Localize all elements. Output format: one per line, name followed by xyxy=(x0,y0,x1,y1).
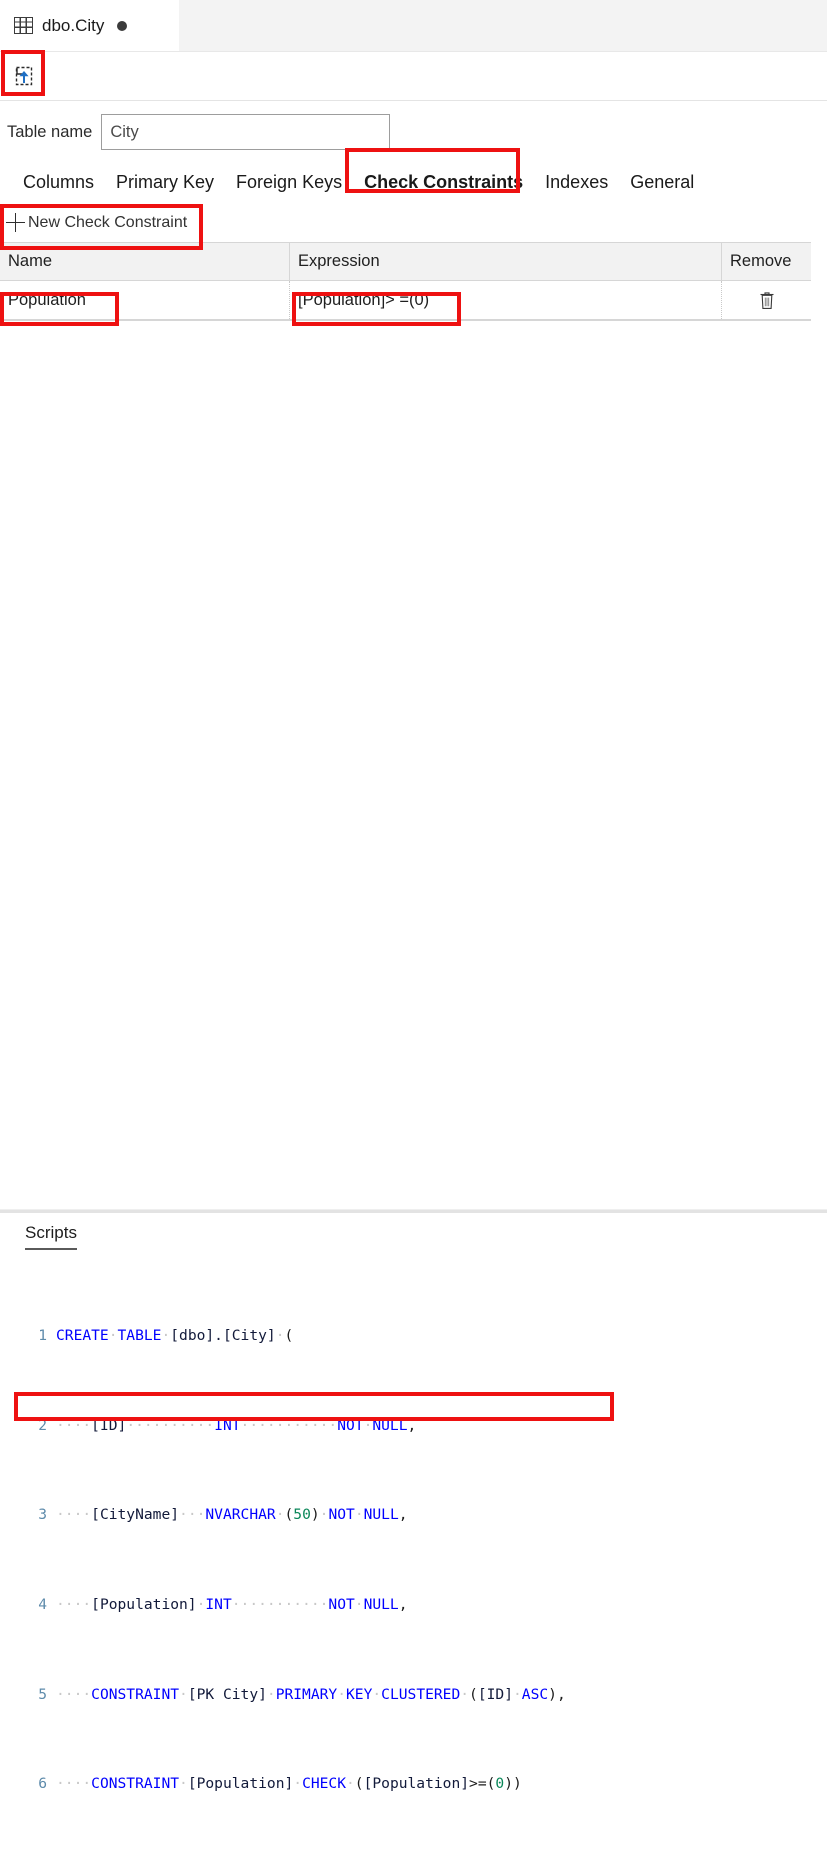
code-line: 5 ····CONSTRAINT·[PK City]·PRIMARY·KEY·C… xyxy=(0,1684,827,1706)
line-number: 1 xyxy=(38,1327,47,1345)
cell-constraint-name[interactable]: Population xyxy=(0,281,290,319)
code-line: 3 ····[CityName]···NVARCHAR·(50)·NOT·NUL… xyxy=(0,1504,827,1526)
code-text: ····[ID]··········INT···········NOT·NULL… xyxy=(56,1416,417,1434)
new-check-constraint-button[interactable]: New Check Constraint xyxy=(4,210,191,235)
editor-tab-label: dbo.City xyxy=(42,15,105,35)
code-text: CREATE·TABLE·[dbo].[City]·( xyxy=(56,1327,294,1345)
scripts-pane: Scripts 1 CREATE·TABLE·[dbo].[City]·( 2 … xyxy=(0,1213,827,1863)
editor-tab-dbo-city[interactable]: dbo.City xyxy=(0,0,179,51)
new-check-constraint-label: New Check Constraint xyxy=(28,213,188,231)
line-number: 3 xyxy=(38,1506,47,1524)
cell-constraint-expression[interactable]: [Population]> =(0) xyxy=(290,281,722,319)
tab-columns[interactable]: Columns xyxy=(12,172,105,193)
tab-check-constraints[interactable]: Check Constraints xyxy=(353,172,534,193)
designer-empty-area xyxy=(0,321,827,1209)
grid-header-row: Name Expression Remove xyxy=(0,243,811,281)
line-number: 2 xyxy=(38,1416,47,1434)
publish-button[interactable] xyxy=(2,54,46,98)
script-code-view[interactable]: 1 CREATE·TABLE·[dbo].[City]·( 2 ····[ID]… xyxy=(0,1258,827,1863)
designer-tab-bar: Columns Primary Key Foreign Keys Check C… xyxy=(0,162,827,202)
cell-remove[interactable] xyxy=(722,281,811,319)
tab-scripts[interactable]: Scripts xyxy=(25,1223,77,1250)
column-header-remove: Remove xyxy=(730,252,792,270)
table-name-input[interactable] xyxy=(101,114,391,150)
unsaved-changes-dot-icon xyxy=(117,20,128,31)
table-grid-icon xyxy=(14,17,33,34)
table-row[interactable]: Population [Population]> =(0) xyxy=(0,281,811,320)
code-line: 2 ····[ID]··········INT···········NOT·NU… xyxy=(0,1415,827,1437)
code-text: ····CONSTRAINT·[PK City]·PRIMARY·KEY·CLU… xyxy=(56,1685,566,1703)
line-number: 4 xyxy=(38,1596,47,1614)
grid-actions-row: New Check Constraint xyxy=(0,202,827,242)
line-number: 5 xyxy=(38,1685,47,1703)
code-text: ····[CityName]···NVARCHAR·(50)·NOT·NULL, xyxy=(56,1506,408,1524)
column-header-name[interactable]: Name xyxy=(0,243,290,280)
column-header-expression[interactable]: Expression xyxy=(290,243,722,280)
code-line: 4 ····[Population]·INT···········NOT·NUL… xyxy=(0,1594,827,1616)
tab-foreign-keys[interactable]: Foreign Keys xyxy=(225,172,353,193)
table-name-label: Table name xyxy=(7,122,93,141)
tab-primary-key[interactable]: Primary Key xyxy=(105,172,225,193)
check-constraints-grid: Name Expression Remove Population [Popul… xyxy=(0,242,811,321)
line-number: 6 xyxy=(38,1775,47,1793)
scripts-tab-row: Scripts xyxy=(0,1223,827,1250)
code-line: 1 CREATE·TABLE·[dbo].[City]·( xyxy=(0,1325,827,1347)
trash-icon[interactable] xyxy=(759,291,775,310)
editor-tab-strip: dbo.City xyxy=(0,0,827,52)
code-line: 6 ····CONSTRAINT·[Population]·CHECK·([Po… xyxy=(0,1773,827,1795)
plus-icon xyxy=(6,213,25,232)
designer-toolbar xyxy=(0,52,827,101)
tab-general[interactable]: General xyxy=(619,172,705,193)
table-name-row: Table name xyxy=(0,101,827,162)
publish-update-icon xyxy=(15,66,33,86)
tab-indexes[interactable]: Indexes xyxy=(534,172,619,193)
code-text: ····[Population]·INT···········NOT·NULL, xyxy=(56,1596,408,1614)
code-text: ····CONSTRAINT·[Population]·CHECK·([Popu… xyxy=(56,1775,522,1793)
